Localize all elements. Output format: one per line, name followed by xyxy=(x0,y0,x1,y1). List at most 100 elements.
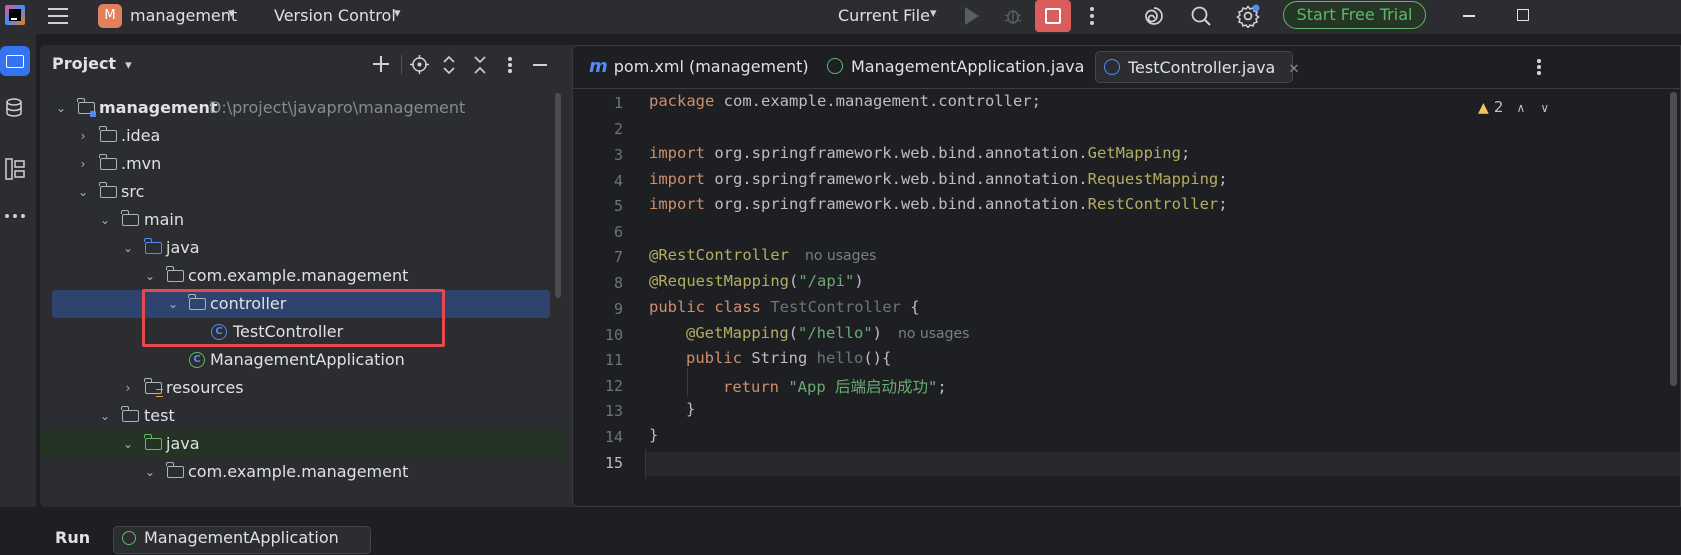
run-tab-managementapplication[interactable]: ManagementApplication xyxy=(113,526,371,554)
code-line-4: import org.springframework.web.bind.anno… xyxy=(649,170,1228,188)
collapse-all-icon[interactable] xyxy=(473,55,487,75)
add-icon[interactable] xyxy=(372,55,390,73)
tree-label: com.example.management xyxy=(188,462,409,481)
expand-arrow-icon: ⌄ xyxy=(122,241,134,255)
project-name: management xyxy=(130,6,238,25)
tree-scrollbar[interactable] xyxy=(555,93,561,298)
collapsed-arrow-icon: › xyxy=(125,381,131,395)
run-tab-label: ManagementApplication xyxy=(144,528,339,547)
maven-icon: m xyxy=(589,56,608,77)
intellij-logo-icon[interactable] xyxy=(5,5,25,25)
run-config-selector[interactable]: Current File ▾ xyxy=(838,3,948,29)
debug-icon[interactable] xyxy=(1003,6,1023,26)
more-vertical-icon[interactable] xyxy=(1090,7,1094,25)
version-control-menu[interactable]: Version Control ▾ xyxy=(274,3,414,29)
tab-label: TestController.java xyxy=(1128,58,1276,77)
tree-row-test-java[interactable]: ⌄ java xyxy=(40,430,550,458)
options-more-icon[interactable] xyxy=(508,57,512,73)
project-tool-button[interactable] xyxy=(0,46,30,76)
folder-icon xyxy=(99,182,117,198)
structure-icon[interactable] xyxy=(5,158,25,180)
tree-row-resources[interactable]: › resources xyxy=(40,374,550,402)
expand-all-icon[interactable] xyxy=(442,55,456,75)
tab-actions-more-icon[interactable] xyxy=(1537,59,1541,75)
line-number: 9 xyxy=(613,300,623,318)
code-line-13: } xyxy=(686,400,696,418)
run-panel-title[interactable]: Run xyxy=(55,521,90,555)
line-number: 7 xyxy=(613,248,623,266)
folder-icon xyxy=(121,210,139,226)
maximize-icon[interactable] xyxy=(1517,9,1529,21)
stop-button[interactable] xyxy=(1035,0,1071,32)
tree-label: java xyxy=(166,434,200,453)
project-panel-title[interactable]: Project ▾ xyxy=(52,54,132,76)
expand-arrow-icon: ⌄ xyxy=(144,465,156,479)
expand-arrow-icon: ⌄ xyxy=(55,101,67,115)
run-icon[interactable] xyxy=(965,7,979,25)
folder-icon xyxy=(99,154,117,170)
chevron-down-icon: ▾ xyxy=(125,58,132,73)
start-free-trial-button[interactable]: Start Free Trial xyxy=(1283,1,1426,29)
tree-row-management[interactable]: ⌄ management D:\project\javapro\manageme… xyxy=(40,94,550,122)
folder-icon xyxy=(99,126,117,142)
line-number: 14 xyxy=(604,428,623,446)
chevron-down-icon: ▾ xyxy=(930,6,937,21)
editor-scrollbar[interactable] xyxy=(1670,92,1677,386)
tree-row-idea[interactable]: › .idea xyxy=(40,122,550,150)
tree-label: com.example.management xyxy=(188,266,409,285)
usages-hint: no usages xyxy=(804,248,877,264)
code-line-11: public String hello(){ xyxy=(686,349,892,367)
database-icon[interactable] xyxy=(4,97,26,119)
expand-arrow-icon: ⌄ xyxy=(77,185,89,199)
tree-row-managementapplication[interactable]: C ManagementApplication xyxy=(40,346,550,374)
expand-arrow-icon: ⌄ xyxy=(144,269,156,283)
tab-pom-xml[interactable]: m pom.xml (management) xyxy=(581,51,809,83)
test-source-folder-icon xyxy=(144,434,162,450)
ai-assistant-icon[interactable] xyxy=(1143,5,1165,27)
tree-label: ManagementApplication xyxy=(210,350,405,369)
run-tool-bar: Run ManagementApplication xyxy=(0,507,1681,554)
version-control-label: Version Control xyxy=(274,6,396,25)
more-tools-icon[interactable] xyxy=(5,214,25,218)
line-number: 4 xyxy=(613,172,623,190)
class-icon xyxy=(1104,59,1120,75)
code-line-1: package com.example.management.controlle… xyxy=(649,92,1041,110)
code-line-14: } xyxy=(649,426,659,444)
title-bar: M management ▾ Version Control ▾ Current… xyxy=(0,0,1681,34)
tab-testcontroller[interactable]: TestController.java ✕ xyxy=(1095,51,1299,83)
chevron-down-icon: ▾ xyxy=(228,6,235,21)
tab-label: ManagementApplication.java xyxy=(851,57,1085,76)
tree-row-test-package[interactable]: ⌄ com.example.management xyxy=(40,458,550,486)
project-selector[interactable]: M management ▾ xyxy=(98,3,246,29)
tree-row-java[interactable]: ⌄ java xyxy=(40,234,550,262)
start-free-trial-label: Start Free Trial xyxy=(1296,5,1413,24)
hide-panel-icon[interactable] xyxy=(533,64,547,66)
tree-row-package[interactable]: ⌄ com.example.management xyxy=(40,262,550,290)
line-number: 11 xyxy=(604,351,623,369)
code-line-5: import org.springframework.web.bind.anno… xyxy=(649,195,1228,213)
tab-managementapplication[interactable]: ManagementApplication.java xyxy=(819,51,1084,83)
main-menu-icon[interactable] xyxy=(48,7,68,25)
settings-gear-icon[interactable] xyxy=(1236,4,1260,28)
code-area[interactable]: package com.example.management.controlle… xyxy=(649,92,1609,502)
line-number: 3 xyxy=(613,146,623,164)
tree-row-src[interactable]: ⌄ src xyxy=(40,178,550,206)
expand-arrow-icon: ⌄ xyxy=(99,409,111,423)
minimize-icon[interactable] xyxy=(1463,15,1475,17)
collapsed-arrow-icon: › xyxy=(80,129,86,143)
tree-row-test[interactable]: ⌄ test xyxy=(40,402,550,430)
close-tab-icon[interactable]: ✕ xyxy=(1288,62,1299,77)
project-title-label: Project xyxy=(52,54,117,73)
tree-row-mvn[interactable]: › .mvn xyxy=(40,150,550,178)
editor-pane: m pom.xml (management) ManagementApplicat… xyxy=(572,45,1681,507)
search-icon[interactable] xyxy=(1190,5,1212,27)
tree-label: main xyxy=(144,210,184,229)
spring-class-icon xyxy=(827,58,843,74)
toolbar-separator xyxy=(401,55,402,75)
tree-label: src xyxy=(121,182,145,201)
tree-row-main[interactable]: ⌄ main xyxy=(40,206,550,234)
locate-icon[interactable] xyxy=(410,55,429,74)
line-number: 8 xyxy=(613,274,623,292)
package-icon xyxy=(166,266,184,282)
chevron-down-icon: ▾ xyxy=(394,6,401,21)
